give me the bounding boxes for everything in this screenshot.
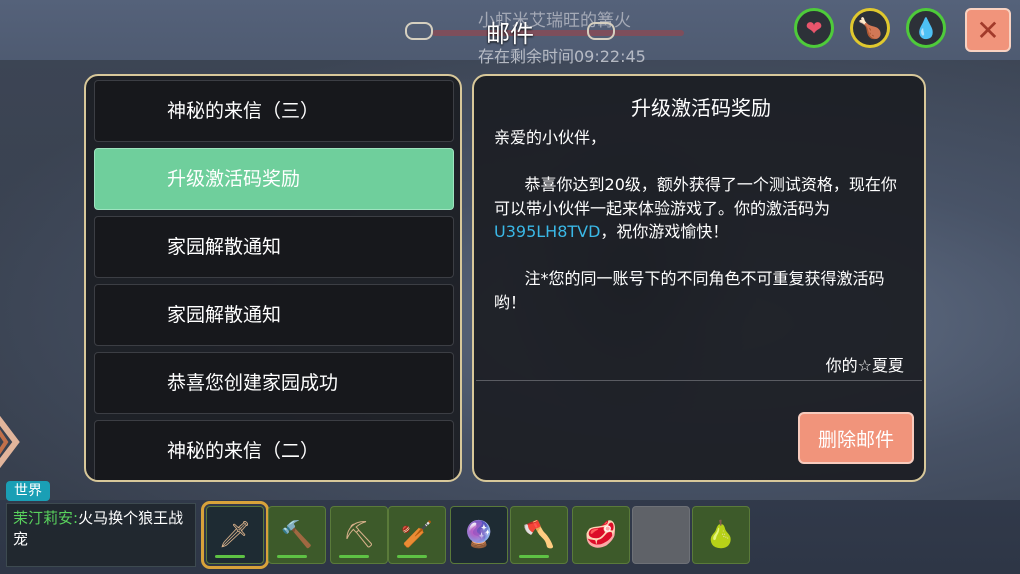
mail-paragraph-end: ，祝你游戏愉快！ bbox=[600, 222, 729, 241]
chat-sender[interactable]: 茉汀莉安 bbox=[13, 509, 73, 527]
title-banner: 邮件 bbox=[405, 8, 615, 48]
hotbar-slot[interactable]: ⛏ bbox=[330, 506, 388, 564]
hotbar-slot[interactable]: 🔨 bbox=[268, 506, 326, 564]
mail-note: 注*您的同一账号下的不同角色不可重复获得激活码哟！ bbox=[494, 269, 885, 312]
meat-icon: 🥩 bbox=[584, 520, 618, 550]
mail-body: 亲爱的小伙伴， 恭喜你达到20级，额外获得了一个测试资格，现在你可以带小伙伴一起… bbox=[494, 126, 912, 314]
mail-item-selected[interactable]: 升级激活码奖励 bbox=[94, 148, 454, 210]
remaining-time-text: 存在剩余时间09:22:45 bbox=[478, 47, 646, 66]
title-ornament-right bbox=[587, 22, 615, 40]
mail-detail-panel: 升级激活码奖励 亲爱的小伙伴， 恭喜你达到20级，额外获得了一个测试资格，现在你… bbox=[472, 74, 926, 482]
pickaxe-icon: ⛏ bbox=[342, 520, 376, 550]
dark-orb-icon: 🔮 bbox=[462, 520, 496, 550]
mail-paragraph: 恭喜你达到20级，额外获得了一个测试资格，现在你可以带小伙伴一起来体验游戏了。你… bbox=[494, 175, 897, 218]
spiked-club-icon: 🏏 bbox=[400, 520, 434, 550]
heart-icon[interactable]: ❤ bbox=[794, 8, 834, 48]
mail-greeting: 亲爱的小伙伴， bbox=[494, 128, 607, 147]
close-button[interactable]: ✕ bbox=[965, 8, 1011, 52]
mail-item[interactable]: 恭喜您创建家园成功 bbox=[94, 352, 454, 414]
mail-list-panel: 神秘的来信（三） 升级激活码奖励 家园解散通知 家园解散通知 恭喜您创建家园成功… bbox=[84, 74, 462, 482]
machete-icon: 🗡 bbox=[218, 520, 252, 550]
hotbar-slot[interactable]: 🍐 bbox=[692, 506, 750, 564]
hotbar-slot[interactable]: 🗡 bbox=[201, 501, 269, 569]
mail-item[interactable]: 神秘的来信（三） bbox=[94, 80, 454, 142]
durability-bar bbox=[519, 555, 549, 558]
mail-title: 升级激活码奖励 bbox=[631, 96, 771, 120]
mail-item[interactable]: 神秘的来信（二） bbox=[94, 420, 454, 480]
close-icon: ✕ bbox=[976, 13, 1000, 47]
hotbar-slot[interactable]: 🥩 bbox=[572, 506, 630, 564]
side-ornament bbox=[0, 415, 20, 469]
hotbar-slot-empty[interactable] bbox=[632, 506, 690, 564]
stone-axe-icon: 🪓 bbox=[522, 520, 556, 550]
top-bar: 小虾米艾瑞旺的篝火 邮件 存在剩余时间09:22:45 ❤ 🍗 💧 ✕ bbox=[0, 0, 1020, 66]
hotbar-slot[interactable]: 🪓 bbox=[510, 506, 568, 564]
durability-bar bbox=[339, 555, 369, 558]
divider bbox=[476, 380, 922, 381]
mail-signature: 你的☆夏夏 bbox=[825, 356, 904, 375]
hotbar: 🗡 🔨 ⛏ 🏏 🔮 🪓 🥩 🍐 bbox=[200, 500, 750, 570]
hotbar-slot[interactable]: 🔮 bbox=[450, 506, 508, 564]
wooden-hammer-icon: 🔨 bbox=[280, 520, 314, 550]
water-drop-icon[interactable]: 💧 bbox=[906, 8, 946, 48]
chat-box[interactable]: 茉汀莉安:火马换个狼王战宠 bbox=[6, 503, 196, 567]
delete-mail-button[interactable]: 删除邮件 bbox=[798, 412, 914, 464]
mail-item[interactable]: 家园解散通知 bbox=[94, 284, 454, 346]
durability-bar bbox=[277, 555, 307, 558]
mail-item[interactable]: 家园解散通知 bbox=[94, 216, 454, 278]
gourd-icon: 🍐 bbox=[704, 520, 738, 550]
durability-bar bbox=[215, 555, 245, 558]
food-icon[interactable]: 🍗 bbox=[850, 8, 890, 48]
chat-channel-tab-world[interactable]: 世界 bbox=[6, 481, 50, 501]
durability-bar bbox=[397, 555, 427, 558]
hotbar-slot[interactable]: 🏏 bbox=[388, 506, 446, 564]
activation-code[interactable]: U395LH8TVD bbox=[494, 222, 600, 241]
